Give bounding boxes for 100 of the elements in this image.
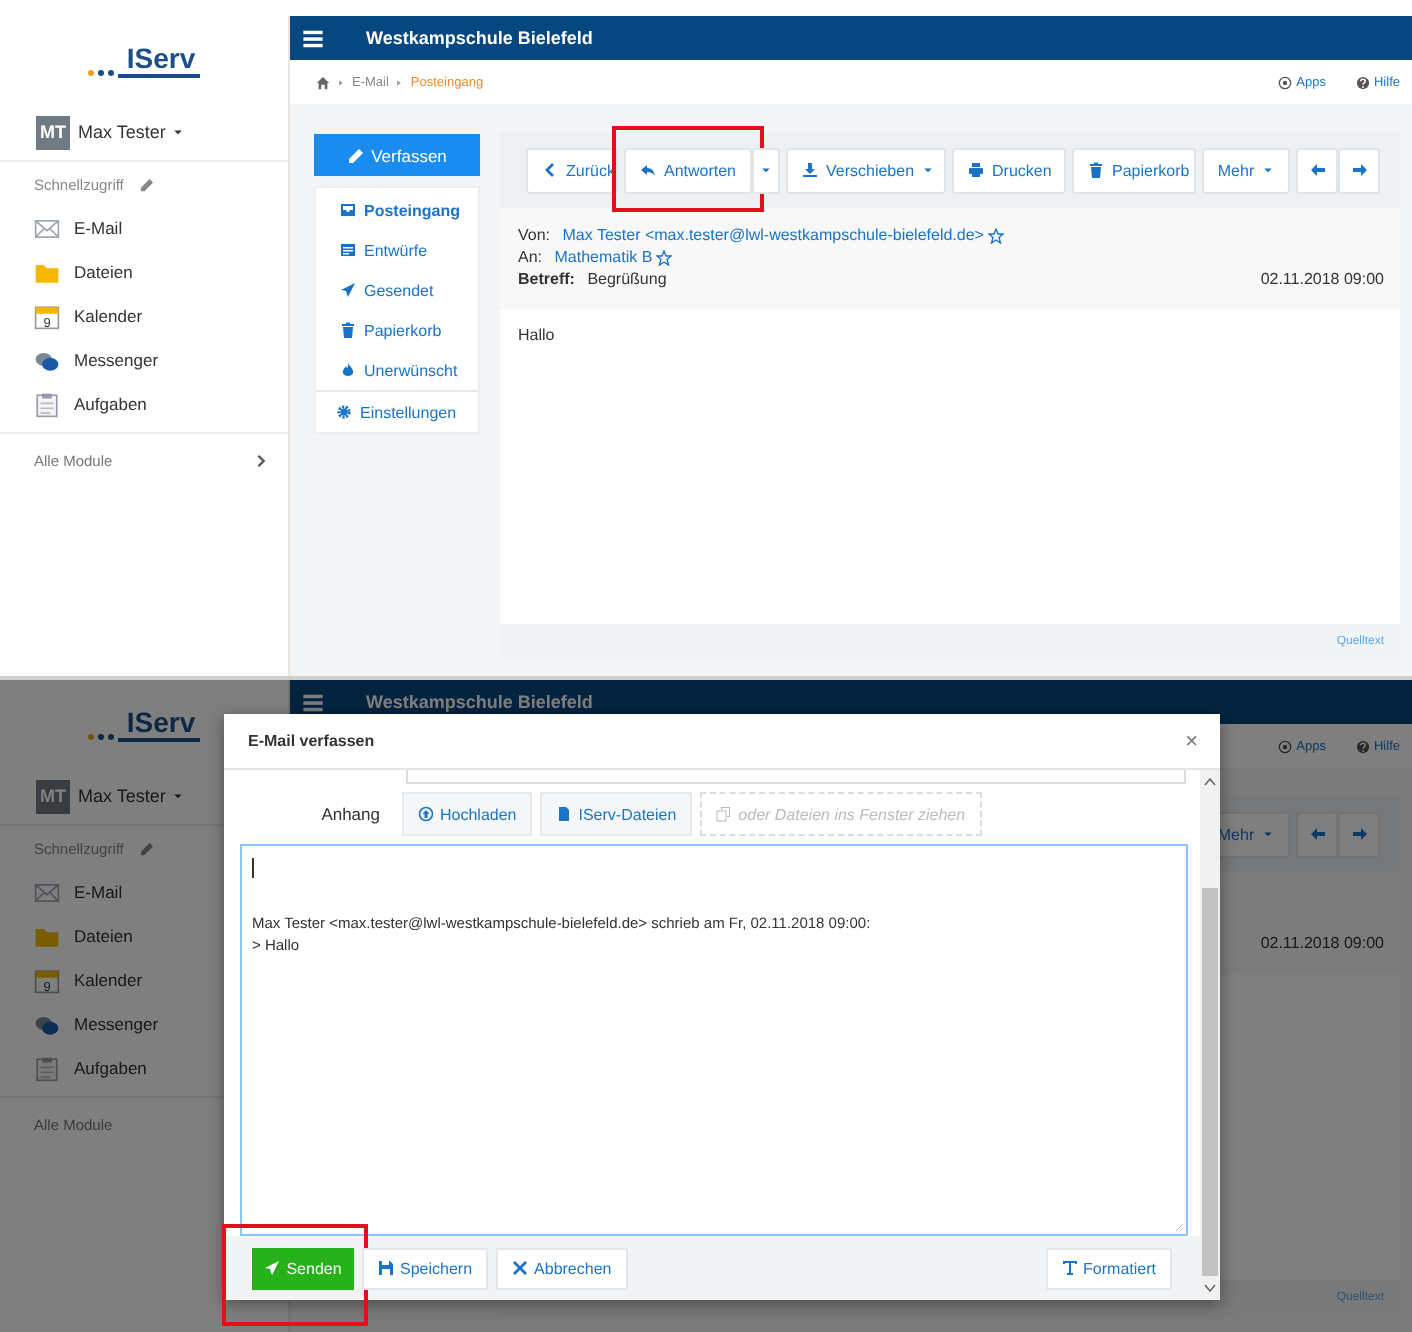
user-menu[interactable]: Max Tester xyxy=(78,786,184,806)
date-text: 02.11.2018 09:00 xyxy=(1260,270,1384,288)
menu-icon[interactable] xyxy=(301,691,323,713)
chevron-left-icon xyxy=(542,162,558,178)
upload-icon xyxy=(418,806,434,822)
dropdown-toggle[interactable] xyxy=(752,147,780,193)
caret-icon xyxy=(1262,164,1275,176)
arrow-right-icon xyxy=(1351,826,1367,842)
input-field[interactable] xyxy=(406,770,1186,784)
flame-icon xyxy=(340,362,356,378)
module-link[interactable]: Messenger xyxy=(0,338,288,382)
folder-link[interactable]: Entwürfe xyxy=(316,230,478,270)
logo: IServ xyxy=(88,707,200,741)
sender-link[interactable]: Max Tester <max.tester@lwl-westkampschule-bielefeld.de> xyxy=(562,226,984,244)
field-label: Betreff: xyxy=(518,270,575,288)
caret-icon xyxy=(1262,828,1275,840)
recipient-link[interactable]: Mathematik B xyxy=(554,248,653,266)
avatar: MT xyxy=(36,779,70,813)
drop-hint: oder Dateien ins Fenster ziehen xyxy=(738,805,966,823)
home-icon[interactable] xyxy=(316,75,330,89)
chevron-up-icon xyxy=(1202,774,1218,790)
scrollbar[interactable] xyxy=(1200,770,1220,1300)
more-button[interactable]: Mehr xyxy=(1202,147,1290,193)
format-button[interactable]: Formatiert xyxy=(1045,1247,1172,1289)
caret-icon xyxy=(171,126,184,138)
file-browser-button[interactable]: IServ-Dateien xyxy=(540,792,693,836)
cancel-button[interactable]: Abbrechen xyxy=(496,1247,628,1289)
close-button[interactable]: × xyxy=(1179,729,1204,753)
envelope-icon xyxy=(34,879,60,905)
download-icon xyxy=(802,162,818,178)
arrow-left-icon xyxy=(1309,826,1325,842)
field-label: Von: xyxy=(518,226,551,244)
inbox-icon xyxy=(340,202,356,218)
send-button[interactable]: Senden xyxy=(252,1247,354,1289)
folder-link[interactable]: Posteingang xyxy=(316,190,478,230)
trash-icon xyxy=(1088,162,1104,178)
circle-dot-icon xyxy=(1278,75,1293,89)
folder-link[interactable]: Papierkorb xyxy=(316,310,478,350)
clipboard-icon xyxy=(34,391,60,417)
print-button[interactable]: Drucken xyxy=(952,147,1066,193)
settings-link[interactable]: Einstellungen xyxy=(316,390,478,432)
next-button[interactable] xyxy=(1338,147,1380,193)
date-text: 02.11.2018 09:00 xyxy=(1260,934,1384,952)
copy-icon xyxy=(716,806,733,822)
envelope-icon xyxy=(34,215,60,241)
reply-button[interactable]: Antworten xyxy=(624,147,752,193)
text-format-icon xyxy=(1061,1260,1078,1276)
caret-icon xyxy=(171,790,184,802)
delete-button[interactable]: Papierkorb xyxy=(1072,147,1196,193)
help-icon xyxy=(1355,739,1370,753)
paper-plane-icon xyxy=(340,282,356,298)
resize-grip-icon[interactable] xyxy=(1172,1220,1184,1232)
user-menu[interactable]: Max Tester xyxy=(78,122,184,142)
pencil-icon[interactable] xyxy=(139,841,154,855)
printer-icon xyxy=(968,162,984,178)
module-link[interactable]: Aufgaben xyxy=(0,382,288,426)
compose-button[interactable]: Verfassen xyxy=(314,134,480,176)
caret-icon xyxy=(760,164,772,176)
save-button[interactable]: Speichern xyxy=(362,1247,489,1289)
next-button[interactable] xyxy=(1338,811,1380,857)
school-name: Westkampschule Bielefeld xyxy=(366,28,593,48)
field-label: An: xyxy=(518,248,543,266)
avatar: MT xyxy=(36,115,70,149)
breadcrumb-separator-icon xyxy=(394,77,405,87)
reply-arrow-icon xyxy=(639,162,656,178)
trash-icon xyxy=(340,322,356,338)
module-link[interactable]: E-Mail xyxy=(0,206,288,250)
breadcrumb-separator-icon xyxy=(336,77,346,87)
module-link[interactable]: Dateien xyxy=(0,250,288,294)
move-button[interactable]: Verschieben xyxy=(786,147,946,193)
chevron-right-icon[interactable] xyxy=(254,453,268,467)
previous-button[interactable] xyxy=(1296,811,1338,857)
circle-dot-icon xyxy=(1278,739,1293,753)
help-icon xyxy=(1355,75,1370,89)
chat-bubbles-icon xyxy=(34,347,60,373)
previous-button[interactable] xyxy=(1296,147,1338,193)
x-mark-icon xyxy=(512,1260,529,1276)
document-lines-icon xyxy=(340,242,356,258)
caret-icon xyxy=(922,164,935,176)
message-text: Hallo xyxy=(518,326,555,344)
dialog-title: E-Mail verfassen xyxy=(248,732,375,750)
menu-icon[interactable] xyxy=(301,27,323,49)
subject-text: Begrüßung xyxy=(587,270,667,288)
pencil-icon xyxy=(347,147,364,163)
upload-button[interactable]: Hochladen xyxy=(402,792,533,836)
folder-icon xyxy=(34,259,60,285)
pencil-icon[interactable] xyxy=(139,177,154,191)
paper-plane-icon xyxy=(264,1260,281,1276)
star-icon[interactable] xyxy=(656,249,673,265)
arrow-left-icon xyxy=(1309,162,1325,178)
clipboard-icon xyxy=(34,1055,60,1081)
school-name: Westkampschule Bielefeld xyxy=(366,692,593,712)
attachment-label: Anhang xyxy=(319,804,380,824)
text-cursor xyxy=(252,858,254,878)
logo: IServ xyxy=(88,43,200,77)
arrow-right-icon xyxy=(1351,162,1367,178)
folder-icon xyxy=(34,923,60,949)
folder-link[interactable]: Gesendet xyxy=(316,270,478,310)
folder-link[interactable]: Unerwünscht xyxy=(316,350,478,390)
star-icon[interactable] xyxy=(987,227,1004,243)
